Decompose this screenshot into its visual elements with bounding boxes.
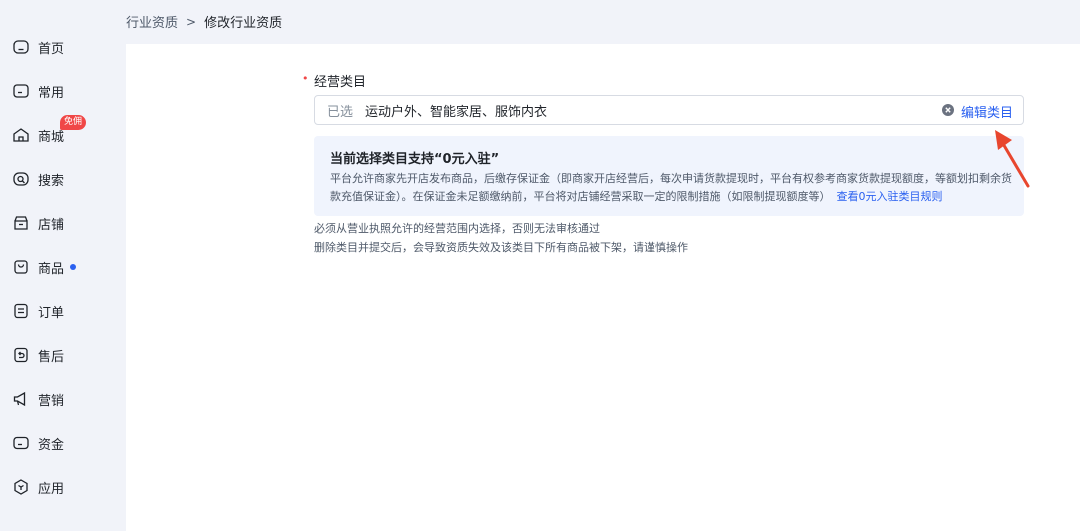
sidebar-item-search[interactable]: 搜索 bbox=[0, 159, 126, 199]
help-text: 删除类目并提交后，会导致资质失效及该类目下所有商品被下架，请谨慎操作 bbox=[314, 241, 688, 254]
sidebar-item-aftersale[interactable]: 售后 bbox=[0, 335, 126, 375]
sidebar-item-label: 搜索 bbox=[38, 173, 65, 189]
sidebar-item-apps[interactable]: 应用 bbox=[0, 467, 126, 507]
help-text: 必须从营业执照允许的经营范围内选择，否则无法审核通过 bbox=[314, 222, 600, 235]
edit-category-button[interactable]: 编辑类目 bbox=[961, 102, 1013, 121]
sidebar: 首页 常用 商城 免佣 搜索 店铺 商品 订单 售后 营销 资金 应用 bbox=[0, 0, 126, 531]
annotation-arrow-icon bbox=[990, 128, 1032, 190]
required-mark: • bbox=[302, 72, 309, 85]
select-prefix: 已选 bbox=[327, 104, 354, 120]
sidebar-item-label: 商品 bbox=[38, 261, 65, 277]
clear-icon[interactable] bbox=[941, 103, 955, 117]
sidebar-item-label: 应用 bbox=[38, 481, 65, 497]
sidebar-item-label: 首页 bbox=[38, 41, 65, 57]
field-label-business-category: 经营类目 bbox=[314, 75, 367, 90]
sidebar-item-products[interactable]: 商品 bbox=[0, 247, 126, 287]
sidebar-item-mall[interactable]: 商城 免佣 bbox=[0, 115, 126, 155]
sidebar-item-label: 订单 bbox=[38, 305, 65, 321]
app-hexagon-icon bbox=[12, 478, 30, 496]
notification-dot bbox=[70, 264, 76, 270]
breadcrumb: 行业资质 > 修改行业资质 bbox=[126, 12, 283, 32]
order-list-icon bbox=[12, 302, 30, 320]
wallet-icon bbox=[12, 434, 30, 452]
search-icon bbox=[12, 170, 30, 188]
breadcrumb-link-industry-qualification[interactable]: 行业资质 bbox=[126, 12, 178, 31]
topbar: 行业资质 > 修改行业资质 bbox=[126, 0, 1080, 44]
sidebar-item-label: 营销 bbox=[38, 393, 65, 409]
shop-icon bbox=[12, 126, 30, 144]
zero-yuan-notice: 当前选择类目支持“0元入驻” 平台允许商家先开店发布商品，后缴存保证金（即商家开… bbox=[314, 136, 1024, 216]
store-icon bbox=[12, 214, 30, 232]
aftersale-return-icon bbox=[12, 346, 30, 364]
selected-categories: 运动户外、智能家居、服饰内衣 bbox=[365, 104, 548, 120]
breadcrumb-current: 修改行业资质 bbox=[204, 16, 283, 31]
sidebar-item-label: 资金 bbox=[38, 437, 65, 453]
view-zero-yuan-rules-link[interactable]: 查看0元入驻类目规则 bbox=[837, 190, 943, 203]
megaphone-icon bbox=[12, 390, 30, 408]
sidebar-item-store[interactable]: 店铺 bbox=[0, 203, 126, 243]
sidebar-item-label: 店铺 bbox=[38, 217, 65, 233]
sidebar-item-orders[interactable]: 订单 bbox=[0, 291, 126, 331]
breadcrumb-separator: > bbox=[186, 14, 197, 29]
sidebar-item-common[interactable]: 常用 bbox=[0, 71, 126, 111]
folder-icon bbox=[12, 82, 30, 100]
sidebar-item-home[interactable]: 首页 bbox=[0, 27, 126, 67]
main-content: • 经营类目 已选 运动户外、智能家居、服饰内衣 编辑类目 当前选择类目支持“0… bbox=[126, 44, 1080, 531]
home-icon bbox=[12, 38, 30, 56]
notice-body: 平台允许商家先开店发布商品，后缴存保证金（即商家开店经营后，每次申请货款提现时，… bbox=[330, 170, 1020, 206]
notice-title: 当前选择类目支持“0元入驻” bbox=[330, 152, 500, 167]
sidebar-item-funds[interactable]: 资金 bbox=[0, 423, 126, 463]
sidebar-item-marketing[interactable]: 营销 bbox=[0, 379, 126, 419]
sidebar-item-label: 售后 bbox=[38, 349, 65, 365]
free-commission-badge: 免佣 bbox=[60, 115, 87, 130]
sidebar-item-label: 常用 bbox=[38, 85, 65, 101]
product-bag-icon bbox=[12, 258, 30, 276]
category-select[interactable]: 已选 运动户外、智能家居、服饰内衣 编辑类目 bbox=[314, 95, 1024, 125]
